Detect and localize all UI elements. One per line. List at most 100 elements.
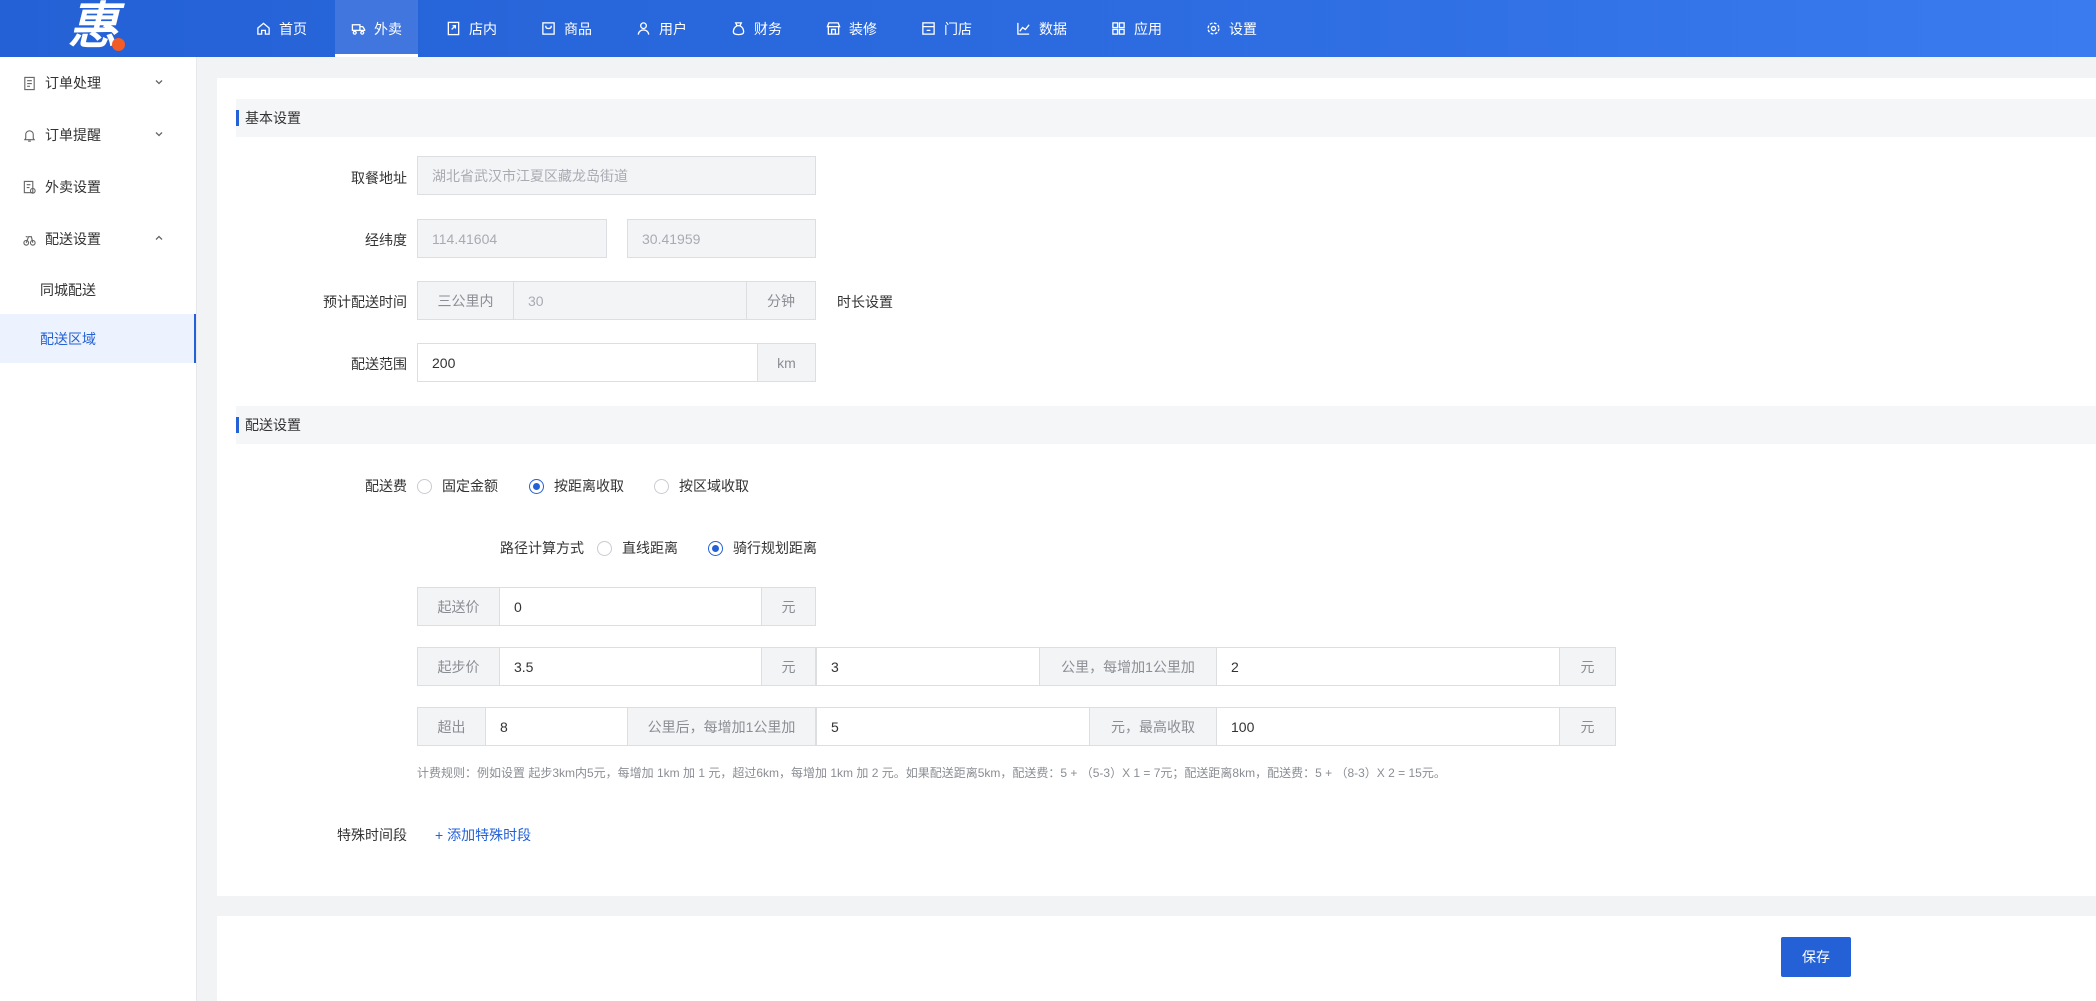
nav-item-apps[interactable]: 应用 bbox=[1095, 0, 1178, 57]
delivery-range-field[interactable]: 200 bbox=[417, 343, 758, 382]
exceed-km-value: 8 bbox=[500, 718, 508, 735]
sidebar-group-delivery-settings[interactable]: 配送设置 bbox=[0, 213, 196, 265]
logo-dot bbox=[112, 38, 125, 51]
nav-item-store[interactable]: 门店 bbox=[905, 0, 988, 57]
max-charge-unit: 元 bbox=[1559, 707, 1616, 746]
add-special-period-link[interactable]: + 添加特殊时段 bbox=[435, 825, 531, 845]
route-option-cycling[interactable]: 骑行规划距离 bbox=[708, 538, 817, 558]
radio-circle bbox=[597, 540, 612, 556]
per-km-value: 2 bbox=[1231, 658, 1239, 675]
eta-field[interactable]: 30 bbox=[513, 281, 747, 320]
radio-label: 按区域收取 bbox=[679, 478, 749, 494]
nav-label: 门店 bbox=[944, 20, 972, 37]
chevron-down-icon bbox=[155, 132, 163, 137]
nav-item-finance[interactable]: 财务 bbox=[715, 0, 798, 57]
nav-label: 设置 bbox=[1229, 20, 1257, 37]
per-km-label: 公里，每增加1公里加 bbox=[1039, 647, 1217, 686]
radio-circle bbox=[417, 478, 432, 494]
min-order-value: 0 bbox=[514, 598, 522, 615]
sidebar-group-label: 外卖设置 bbox=[45, 179, 101, 195]
route-option-straight[interactable]: 直线距离 bbox=[597, 538, 678, 558]
coordinates-label: 经纬度 bbox=[365, 232, 407, 248]
max-charge-label: 元，最高收取 bbox=[1089, 707, 1217, 746]
fee-option-by-distance[interactable]: 按距离收取 bbox=[529, 476, 624, 496]
exceed-km-field[interactable]: 8 bbox=[485, 707, 628, 746]
max-charge-value: 100 bbox=[1231, 718, 1255, 735]
fee-option-by-area[interactable]: 按区域收取 bbox=[654, 476, 749, 496]
nav-label: 商品 bbox=[564, 20, 592, 37]
delivery-range-unit: km bbox=[757, 343, 816, 382]
store-icon bbox=[922, 22, 935, 35]
radio-circle bbox=[654, 478, 669, 494]
route-method-label: 路径计算方式 bbox=[500, 540, 584, 556]
radio-circle bbox=[708, 540, 723, 556]
pickup-address-field[interactable]: 湖北省武汉市江夏区藏龙岛街道 bbox=[417, 156, 816, 195]
longitude-field[interactable]: 114.41604 bbox=[417, 219, 607, 258]
start-price-value: 3.5 bbox=[514, 658, 534, 675]
nav-item-home[interactable]: 首页 bbox=[240, 0, 323, 57]
top-navigation-bar: 惠 首页 外卖 店内 商品 用户 财务 装修 门店 数据 应用 设置 bbox=[0, 0, 2096, 57]
nav-item-data[interactable]: 数据 bbox=[1000, 0, 1083, 57]
max-charge-field[interactable]: 100 bbox=[1216, 707, 1560, 746]
sidebar-item-delivery-area[interactable]: 配送区域 bbox=[0, 314, 196, 363]
nav-label: 应用 bbox=[1134, 20, 1162, 37]
duration-settings-link[interactable]: 时长设置 bbox=[837, 292, 893, 312]
sidebar-group-order-processing[interactable]: 订单处理 bbox=[0, 57, 196, 109]
section-title-delivery: 配送设置 bbox=[236, 406, 2096, 444]
fee-option-fixed[interactable]: 固定金额 bbox=[417, 476, 498, 496]
start-price-field[interactable]: 3.5 bbox=[499, 647, 762, 686]
sidebar-item-local-delivery[interactable]: 同城配送 bbox=[0, 265, 196, 314]
nav-label: 财务 bbox=[754, 20, 782, 37]
start-price-label: 起步价 bbox=[417, 647, 500, 686]
logo-glyph: 惠 bbox=[68, 0, 118, 55]
nav-item-goods[interactable]: 商品 bbox=[525, 0, 608, 57]
after-km-field[interactable]: 5 bbox=[816, 707, 1090, 746]
eta-prefix: 三公里内 bbox=[417, 281, 514, 320]
nav-item-settings[interactable]: 设置 bbox=[1190, 0, 1273, 57]
latitude-field[interactable]: 30.41959 bbox=[627, 219, 816, 258]
finance-icon bbox=[732, 22, 745, 36]
start-km-field[interactable]: 3 bbox=[816, 647, 1040, 686]
nav-item-decor[interactable]: 装修 bbox=[810, 0, 893, 57]
radio-label: 直线距离 bbox=[622, 540, 678, 556]
nav-label: 外卖 bbox=[374, 20, 402, 37]
gear-icon bbox=[1207, 22, 1220, 35]
decor-icon bbox=[826, 22, 841, 35]
apps-icon bbox=[1112, 22, 1125, 35]
nav-label: 用户 bbox=[659, 20, 687, 37]
eta-label: 预计配送时间 bbox=[323, 294, 407, 310]
save-button[interactable]: 保存 bbox=[1781, 937, 1851, 977]
radio-label: 固定金额 bbox=[442, 478, 498, 494]
nav-item-takeout[interactable]: 外卖 bbox=[335, 0, 418, 57]
eta-value: 30 bbox=[528, 292, 544, 309]
per-km-field[interactable]: 2 bbox=[1216, 647, 1560, 686]
takeout-settings-icon bbox=[23, 180, 36, 194]
sidebar-item-label: 同城配送 bbox=[40, 281, 96, 298]
home-icon bbox=[257, 22, 270, 35]
nav-label: 店内 bbox=[469, 20, 497, 37]
delivery-range-value: 200 bbox=[432, 354, 456, 371]
start-km-value: 3 bbox=[831, 658, 839, 675]
nav-item-dine-in[interactable]: 店内 bbox=[430, 0, 513, 57]
pickup-address-label: 取餐地址 bbox=[351, 170, 407, 186]
fee-rule-note: 计费规则：例如设置 起步3km内5元，每增加 1km 加 1 元，超过6km，每… bbox=[417, 766, 1446, 780]
sidebar-group-label: 配送设置 bbox=[45, 231, 101, 247]
delivery-fee-label: 配送费 bbox=[365, 478, 407, 494]
min-order-field[interactable]: 0 bbox=[499, 587, 762, 626]
section-title-basic: 基本设置 bbox=[236, 99, 2096, 137]
order-icon bbox=[24, 76, 35, 90]
nav-label: 首页 bbox=[279, 20, 307, 37]
brand-logo[interactable]: 惠 bbox=[68, 0, 132, 56]
sidebar: 订单处理 订单提醒 外卖设置 配送设置 同城配送 配送区域 bbox=[0, 57, 197, 1001]
min-order-unit: 元 bbox=[761, 587, 816, 626]
main-nav: 首页 外卖 店内 商品 用户 财务 装修 门店 数据 应用 设置 bbox=[240, 0, 1285, 57]
chevron-up-icon bbox=[155, 235, 163, 240]
longitude-value: 114.41604 bbox=[432, 230, 498, 247]
nav-item-user[interactable]: 用户 bbox=[620, 0, 703, 57]
delivery-icon bbox=[23, 235, 36, 246]
exceed-label: 超出 bbox=[417, 707, 486, 746]
min-order-label: 起送价 bbox=[417, 587, 500, 626]
nav-label: 装修 bbox=[849, 20, 877, 37]
sidebar-group-order-reminder[interactable]: 订单提醒 bbox=[0, 109, 196, 161]
sidebar-group-takeout-settings[interactable]: 外卖设置 bbox=[0, 161, 196, 213]
